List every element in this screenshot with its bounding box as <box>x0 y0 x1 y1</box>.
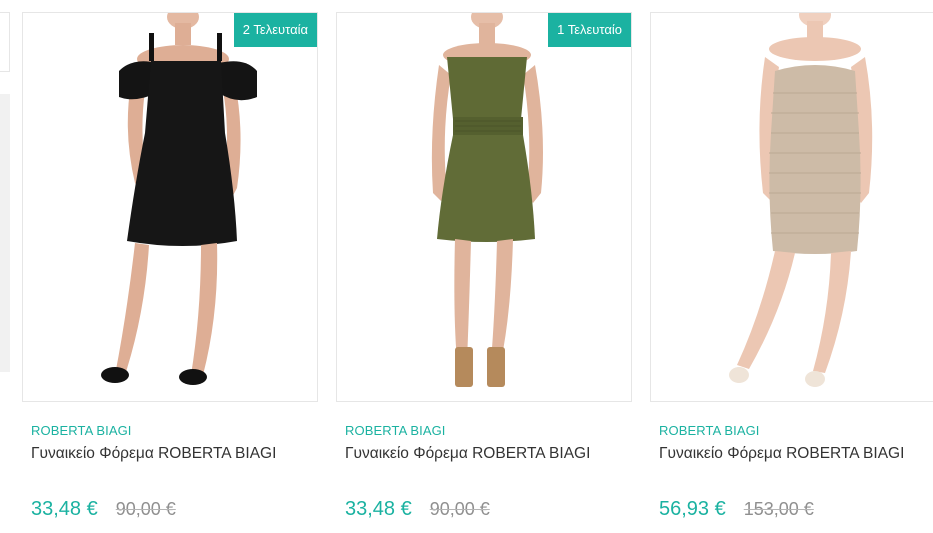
product-title[interactable]: Γυναικείο Φόρεμα ROBERTA BIAGI <box>345 445 590 463</box>
product-title[interactable]: Γυναικείο Φόρεμα ROBERTA BIAGI <box>31 445 276 463</box>
product-image-link[interactable]: 1 Τελευταίο <box>336 12 632 402</box>
product-photo <box>729 13 873 387</box>
product-brand[interactable]: ROBERTA BIAGI <box>31 423 132 438</box>
price-row: 33,48 € 90,00 € <box>345 498 490 526</box>
sale-price: 56,93 € <box>659 498 726 520</box>
product-brand[interactable]: ROBERTA BIAGI <box>345 423 446 438</box>
product-brand[interactable]: ROBERTA BIAGI <box>659 423 760 438</box>
product-image-link[interactable] <box>650 12 933 402</box>
original-price: 153,00 € <box>743 499 814 519</box>
product-photo <box>431 13 543 387</box>
sidebar-panel-edge <box>0 94 10 372</box>
filter-panel-edge <box>0 12 10 72</box>
product-photo <box>101 13 257 385</box>
price-row: 33,48 € 90,00 € <box>31 498 176 526</box>
original-price: 90,00 € <box>429 499 490 519</box>
stock-badge: 1 Τελευταίο <box>548 13 631 47</box>
original-price: 90,00 € <box>115 499 176 519</box>
sale-price: 33,48 € <box>345 498 412 520</box>
product-title[interactable]: Γυναικείο Φόρεμα ROBERTA BIAGI <box>659 445 904 463</box>
product-card[interactable]: 2 Τελευταία ROBERTA BIAGI Γυναικείο Φόρε… <box>22 12 318 533</box>
product-image-link[interactable]: 2 Τελευταία <box>22 12 318 402</box>
stock-badge: 2 Τελευταία <box>233 13 317 47</box>
product-card[interactable]: ROBERTA BIAGI Γυναικείο Φόρεμα ROBERTA B… <box>650 12 933 533</box>
sale-price: 33,48 € <box>31 498 98 520</box>
product-card[interactable]: 1 Τελευταίο ROBERTA BIAGI Γυναικείο Φόρε… <box>336 12 632 533</box>
price-row: 56,93 € 153,00 € <box>659 498 814 526</box>
